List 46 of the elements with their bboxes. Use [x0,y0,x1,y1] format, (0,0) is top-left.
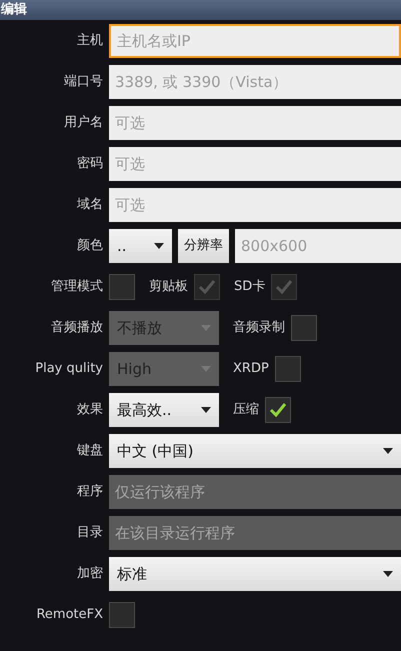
checkbox[interactable] [109,274,135,300]
checkbox[interactable] [291,315,317,341]
resolution-button[interactable]: 分辨率 [178,229,229,263]
caret-icon [201,325,211,331]
checkmark-icon [198,279,216,295]
field-label: 效果 [76,401,103,420]
caret-icon [201,366,211,372]
window-title: 编辑 [1,2,27,17]
field-label: 加密 [76,565,103,584]
caret-icon [383,571,393,577]
field-label: 颜色 [76,237,103,256]
field-label: 端口号 [63,73,103,92]
field-label: 程序 [76,483,103,502]
field-label: 密码 [76,155,103,174]
field-label: 目录 [76,524,103,542]
input-field[interactable]: 800x600 [235,229,401,263]
field-label: 用户名 [63,114,103,132]
field-label: 管理模式 [50,278,103,296]
input-field[interactable]: 3389, 或 3390（Vista） [109,65,401,99]
checkbox[interactable] [109,602,135,628]
checkbox[interactable] [274,356,301,382]
caret-icon [154,243,164,249]
checkbox[interactable] [265,397,291,423]
input-field[interactable]: 可选 [109,147,401,181]
option-label: 剪贴板 [149,278,188,296]
dropdown[interactable]: 中文 (中国) [109,434,401,468]
option-label: 音频录制 [233,319,285,338]
field-label: 域名 [76,196,103,214]
checkmark-icon [275,279,294,295]
caret-icon [383,448,393,454]
option-label: SD卡 [234,278,266,296]
field-label: RemoteFX [35,606,103,624]
input-field[interactable]: 可选 [109,188,401,222]
dropdown[interactable]: 最高效.. [109,393,219,427]
option-label: XRDP [233,360,269,378]
caret-icon [201,407,211,413]
field-label: 键盘 [76,442,103,460]
field-label: Play qulity [34,360,103,378]
checkmark-icon [269,402,287,418]
option-label: 压缩 [233,401,259,420]
field-label: 音频播放 [50,319,103,338]
input-field[interactable]: 可选 [109,106,401,140]
field-label: 主机 [76,32,103,50]
input-field[interactable]: 主机名或IP [109,24,401,58]
dropdown[interactable]: 标准 [109,557,401,591]
dropdown[interactable]: .. [109,229,172,263]
